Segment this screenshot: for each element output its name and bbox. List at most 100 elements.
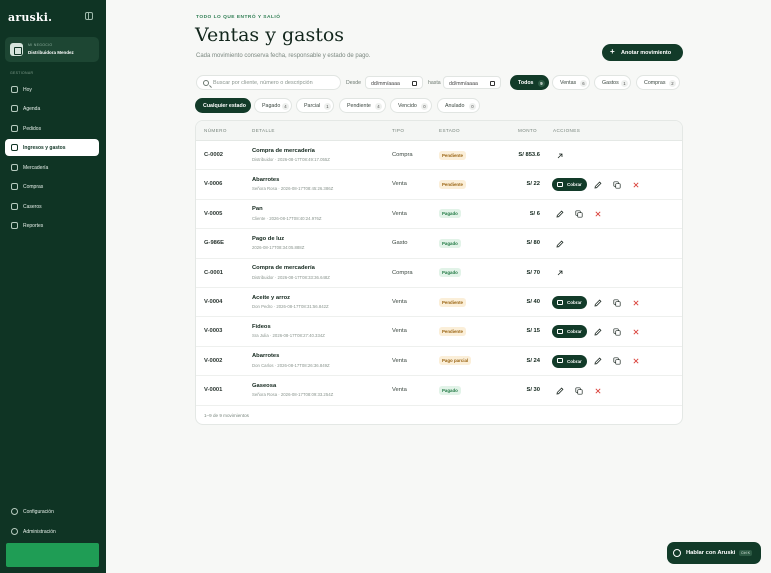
sidebar-item-reportes[interactable]: Reportes — [5, 217, 99, 234]
cancel-icon[interactable] — [630, 326, 641, 337]
sidebar-item-mercaderia[interactable]: Mercadería — [5, 159, 99, 176]
row-type: Compra — [392, 152, 413, 158]
sidebar-item-ingresos-gastos[interactable]: Ingresos y gastos — [5, 139, 99, 156]
table-row[interactable]: C-0002 Compra de mercadería Distribuidor ·… — [196, 141, 682, 171]
filter-chip-todos[interactable]: Todos 9 — [510, 75, 549, 90]
logo[interactable]: aruski. — [8, 11, 52, 24]
cobrar-button[interactable]: Cobrar — [552, 354, 587, 368]
store-icon — [10, 43, 23, 56]
filter-chip-compras[interactable]: Compras 2 — [636, 75, 680, 90]
edit-icon[interactable] — [592, 297, 603, 308]
chip-count: 4 — [375, 102, 382, 110]
filter-chip-parcial[interactable]: Parcial 1 — [296, 98, 334, 113]
cobrar-button[interactable]: Cobrar — [552, 325, 587, 339]
row-subtitle: Sra Julia · 2026-08-17T08:27:40.334Z — [252, 333, 325, 339]
chip-count: 1 — [621, 79, 628, 87]
cobrar-label: Cobrar — [567, 182, 582, 188]
business-switcher[interactable]: MI NEGOCIO Distribuidora Mendez — [5, 37, 99, 62]
duplicate-icon[interactable] — [611, 326, 622, 337]
sidebar-item-label: Pedidos — [23, 125, 42, 132]
status-badge: Pendiente — [439, 150, 466, 160]
calendar-icon[interactable] — [412, 80, 417, 86]
duplicate-icon[interactable] — [573, 385, 584, 396]
open-icon[interactable] — [554, 268, 565, 279]
cobrar-button[interactable]: Cobrar — [552, 296, 587, 309]
chat-button[interactable]: Hablar con Aruski Ctrl K — [667, 542, 761, 564]
chip-count: 2 — [669, 79, 676, 87]
filter-chip-cualquier-estado[interactable]: Cualquier estado — [195, 98, 251, 113]
cancel-icon[interactable] — [630, 297, 641, 308]
sidebar-item-administracion[interactable]: Administración — [5, 523, 99, 540]
duplicate-icon[interactable] — [611, 356, 622, 367]
col-detalle[interactable]: DETALLE — [252, 128, 275, 133]
sidebar-item-label: Reportes — [23, 222, 44, 229]
table-row[interactable]: C-0001 Compra de mercadería Distribuidor ·… — [196, 259, 682, 288]
add-movement-button[interactable]: + Anotar movimiento — [602, 44, 683, 61]
col-numero[interactable]: NÚMERO — [204, 128, 227, 133]
edit-icon[interactable] — [592, 356, 603, 367]
duplicate-icon[interactable] — [573, 209, 584, 220]
col-monto[interactable]: MONTO — [518, 128, 537, 133]
clipboard-icon — [11, 125, 18, 132]
edit-icon[interactable] — [554, 209, 565, 220]
table-row[interactable]: V-0001 Gaseosa Señora Rosa · 2026-08-17T08… — [196, 376, 682, 406]
sidebar-item-compras[interactable]: Compras — [5, 178, 99, 195]
cobrar-button[interactable]: Cobrar — [552, 178, 587, 192]
date-from-text: dd/mm/aaaa — [371, 80, 400, 87]
cancel-icon[interactable] — [630, 179, 641, 190]
calendar-icon[interactable] — [490, 80, 495, 86]
edit-icon[interactable] — [554, 238, 565, 249]
table-row[interactable]: V-0006 Abarrotes Señora Rosa · 2026-08-17T… — [196, 170, 682, 200]
row-title: Compra de mercadería — [252, 265, 315, 272]
duplicate-icon[interactable] — [611, 179, 622, 190]
col-tipo[interactable]: TIPO — [392, 128, 404, 133]
table-row[interactable]: V-0005 Pan Cliente · 2026-08-17T08:40:24.9… — [196, 200, 682, 230]
sidebar-item-caseros[interactable]: Caseros — [5, 198, 99, 215]
open-icon[interactable] — [554, 150, 565, 161]
page-title: Ventas y gastos — [195, 24, 345, 46]
edit-icon[interactable] — [592, 179, 603, 190]
filter-chip-pagado[interactable]: Pagado 4 — [254, 98, 292, 113]
row-number: V-0005 — [204, 210, 223, 217]
table-footer: 1–9 de 9 movimientos — [204, 413, 249, 418]
collapse-sidebar-icon[interactable] — [85, 12, 93, 20]
edit-icon[interactable] — [554, 385, 565, 396]
col-estado[interactable]: ESTADO — [439, 128, 460, 133]
table-row[interactable]: V-0004 Aceite y arroz Don Pedro · 2026-08-… — [196, 288, 682, 318]
search-box[interactable] — [196, 75, 341, 90]
users-icon — [11, 203, 18, 210]
chip-label: Ventas — [560, 80, 577, 86]
cancel-icon[interactable] — [592, 209, 603, 220]
date-from-input[interactable]: dd/mm/aaaa — [365, 76, 423, 89]
filter-chip-ventas[interactable]: Ventas 6 — [552, 75, 590, 90]
duplicate-icon[interactable] — [611, 297, 622, 308]
chip-count: 6 — [580, 79, 587, 87]
table-row[interactable]: V-0002 Abarrotes Don Carlos · 2026-08-17T0… — [196, 347, 682, 377]
filter-chip-anulado[interactable]: Anulado 0 — [437, 98, 480, 113]
sidebar-item-hoy[interactable]: Hoy — [5, 81, 99, 98]
row-title: Fideos — [252, 323, 271, 330]
sidebar-bottom-panel[interactable] — [6, 543, 99, 567]
sidebar-item-configuracion[interactable]: Configuración — [5, 503, 99, 520]
filter-chip-gastos[interactable]: Gastos 1 — [594, 75, 631, 90]
cancel-icon[interactable] — [630, 356, 641, 367]
sidebar-item-agenda[interactable]: Agenda — [5, 100, 99, 117]
row-title: Pago de luz — [252, 235, 285, 242]
row-type: Gasto — [392, 240, 408, 247]
filter-chip-pendiente[interactable]: Pendiente 4 — [339, 98, 386, 113]
chat-icon — [673, 549, 681, 557]
row-subtitle: Don Pedro · 2026-08-17T08:31:56.842Z — [252, 304, 329, 309]
row-number: C-0001 — [204, 269, 224, 276]
wallet-icon — [557, 328, 563, 334]
table-row[interactable]: V-0003 Fideos Sra Julia · 2026-08-17T08:27… — [196, 317, 682, 347]
row-number: C-0002 — [204, 152, 224, 158]
filter-chip-vencido[interactable]: Vencido 0 — [390, 98, 432, 113]
cancel-icon[interactable] — [592, 385, 603, 396]
search-input[interactable] — [213, 78, 338, 88]
sidebar-item-label: Agenda — [23, 105, 41, 112]
date-to-text: dd/mm/aaaa — [449, 80, 478, 87]
table-row[interactable]: G-986E Pago de luz 2026-08-17T08:34:05.888… — [196, 229, 682, 259]
sidebar-item-pedidos[interactable]: Pedidos — [5, 120, 99, 137]
edit-icon[interactable] — [592, 326, 603, 337]
date-to-input[interactable]: dd/mm/aaaa — [443, 76, 501, 89]
